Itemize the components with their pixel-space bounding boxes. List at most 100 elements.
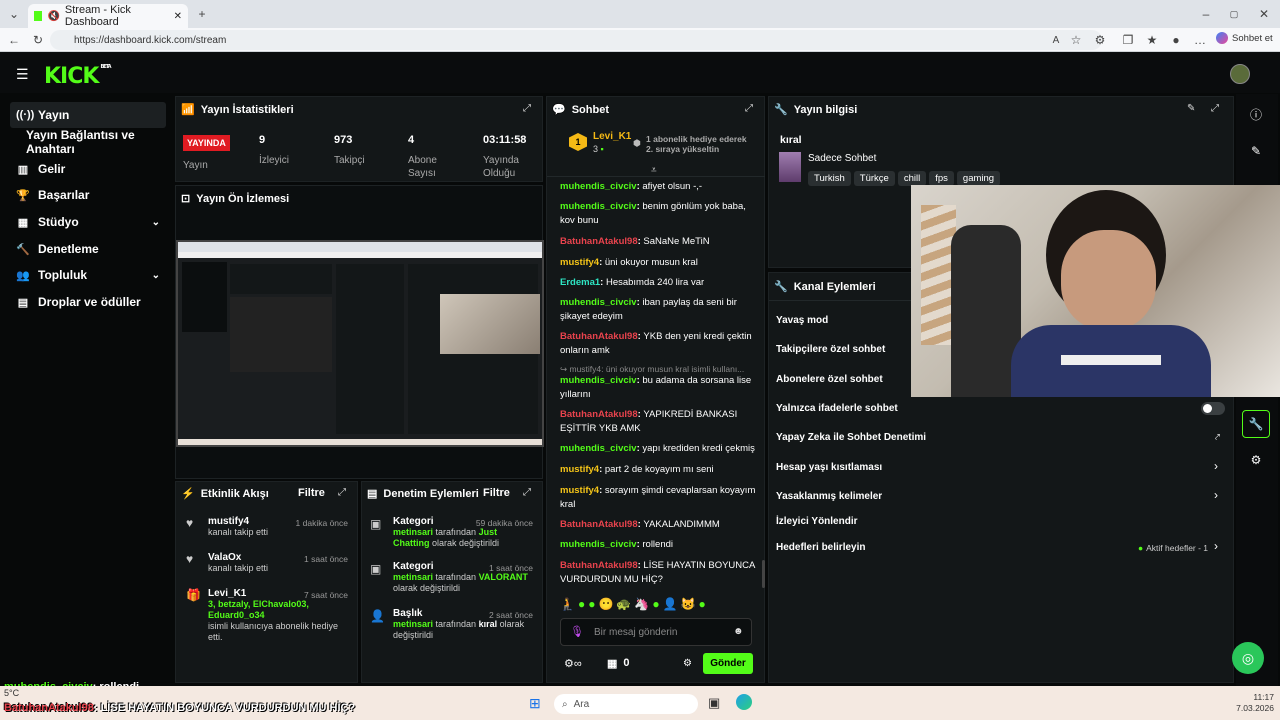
emoji-icon[interactable]: ☻ [733, 626, 744, 637]
chat-message[interactable]: muhendis_civciv: benim gönlüm yok baba, … [560, 200, 760, 228]
wrench-icon[interactable]: 🔧 [1242, 410, 1270, 438]
emote-only-toggle[interactable] [1201, 402, 1225, 415]
chat-message[interactable]: muhendis_civciv: yapı krediden kredi çek… [560, 442, 760, 456]
stat-uptime: 03:11:58 Yayında Olduğu [483, 134, 527, 179]
mod-tools-icon[interactable]: ⚙∞ [564, 657, 582, 670]
copilot-button[interactable]: Sohbet et [1216, 32, 1273, 44]
collapse-pinned-icon[interactable]: ⩡ [651, 165, 657, 176]
chat-settings-icon[interactable]: ⚙ [683, 658, 692, 669]
help-icon[interactable]: ◎ [1232, 642, 1264, 674]
emote-icon: ● [588, 597, 596, 611]
profile-icon[interactable]: ● [1168, 32, 1184, 48]
taskbar-search[interactable]: ⌕ Ara [554, 694, 698, 714]
banned-words-row[interactable]: Yasaklanmış kelimeler [776, 491, 882, 502]
sidebar-item-gelir[interactable]: ▥ Gelir [10, 156, 166, 182]
chat-message[interactable]: mustify4: sorayım şimdi cevaplarsan koya… [560, 484, 760, 512]
tab-list-icon[interactable]: ⌄ [6, 6, 22, 22]
new-tab-icon[interactable]: + [194, 6, 210, 22]
mute-icon[interactable]: 🔇 [47, 11, 59, 22]
chat-message[interactable]: muhendis_civciv: rollendi [560, 538, 760, 552]
send-button[interactable]: Gönder [703, 653, 753, 674]
sidebar-item-label: Denetleme [38, 242, 99, 256]
chat-message[interactable]: BatuhanAtakul98: LİSE HAYATIN BOYUNCA VU… [560, 559, 760, 587]
expand-icon[interactable]: ⤢ [338, 487, 346, 498]
expand-icon[interactable]: ⤢ [1211, 103, 1219, 114]
chat-username: mustify4 [560, 485, 600, 496]
clock[interactable]: 11:17 7.03.2026 [1234, 692, 1274, 714]
channel-points[interactable]: ▦ 0 [607, 657, 630, 670]
chat-message[interactable]: BatuhanAtakul98: YAKALANDIMMM [560, 518, 760, 532]
chat-message[interactable]: BatuhanAtakul98: YKB den yeni kredi çekt… [560, 330, 760, 358]
read-aloud-icon[interactable]: A [1048, 32, 1064, 48]
revenue-icon: ▥ [17, 163, 29, 176]
maximize-icon[interactable]: ▢ [1226, 6, 1242, 22]
trophy-icon: 🏆 [16, 189, 30, 202]
expand-icon[interactable]: ⤢ [523, 103, 531, 114]
chat-message[interactable]: BatuhanAtakul98: SaNaNe MeTiN [560, 235, 760, 249]
chat-input-box[interactable]: 🎙 Bir mesaj gönderin ☻ [560, 618, 752, 646]
favorites-icon[interactable]: ★ [1144, 32, 1160, 48]
sidebar-item-yayin[interactable]: ((·)) Yayın [10, 102, 166, 128]
chat-message[interactable]: BatuhanAtakul98: YAPIKREDİ BANKASI EŞİTT… [560, 408, 760, 436]
chat-message[interactable]: muhendis_civciv: bu adama da sorsana lis… [560, 374, 760, 402]
stream-info-header: 🔧 Yayın bilgisi [774, 103, 858, 117]
stream-title: kıral [780, 134, 802, 146]
stream-info-title: Yayın bilgisi [793, 103, 858, 116]
minimize-icon[interactable]: – [1198, 6, 1214, 22]
task-view-icon[interactable]: ▣ [708, 695, 720, 711]
chat-scrollbar[interactable] [762, 560, 765, 588]
chat-message[interactable]: mustify4: üni okuyor musun kral [560, 256, 760, 270]
chat-message[interactable]: Erdema1: Hesabımda 240 lira var [560, 276, 760, 290]
raid-row[interactable]: İzleyici Yönlendir [776, 516, 858, 527]
followers-only-toggle[interactable]: Takipçilere özel sohbet [776, 344, 885, 355]
favorite-star-icon[interactable]: ☆ [1068, 32, 1084, 48]
account-age-row[interactable]: Hesap yaşı kısıtlaması [776, 462, 882, 473]
more-icon[interactable]: … [1192, 32, 1208, 48]
extensions-icon[interactable]: ⚙ [1092, 32, 1108, 48]
emote-icon: 🐢 [616, 597, 632, 611]
sidebar-item-topluluk[interactable]: 👥 Topluluk ⌄ [10, 262, 166, 288]
chat-username: Erdema1 [560, 277, 601, 288]
back-icon[interactable]: ← [6, 32, 22, 48]
goals-row[interactable]: Hedefleri belirleyin [776, 542, 865, 553]
emote-bar[interactable]: 🧎 ● ● 😶 🐢 🦄 ● 👤 😺 ● [560, 597, 760, 615]
expand-icon[interactable]: ⤢ [745, 103, 753, 114]
slow-mode-toggle[interactable]: Yavaş mod [776, 315, 828, 326]
external-link-icon[interactable]: ⤤ [1215, 432, 1220, 443]
preview-video[interactable] [176, 240, 544, 447]
chat-message[interactable]: muhendis_civciv: iban paylaş da seni bir… [560, 296, 760, 324]
edge-icon[interactable] [736, 694, 752, 710]
windows-start-icon[interactable]: ⊞ [529, 695, 541, 712]
expand-icon[interactable]: ⤢ [523, 487, 531, 498]
edit-icon[interactable]: ✎ [1187, 103, 1195, 114]
pinned-count: 3 ▪ [593, 144, 604, 154]
mic-icon[interactable]: 🎙 [570, 625, 584, 638]
tab-close-icon[interactable]: ✕ [174, 11, 182, 22]
tools-icon[interactable]: ⚙ [1242, 446, 1270, 474]
kick-logo[interactable]: KICK BETA [44, 64, 112, 89]
collections-icon[interactable]: ❐ [1120, 32, 1136, 48]
browser-tab[interactable]: 🔇 Stream - Kick Dashboard ✕ [28, 4, 188, 28]
sidebar-item-stream-key[interactable]: Yayın Bağlantısı ve Anahtarı [10, 128, 166, 156]
chevron-down-icon: ⌄ [151, 269, 160, 281]
activity-filter-button[interactable]: Filtre [298, 487, 325, 499]
subscribers-only-toggle[interactable]: Abonelere özel sohbet [776, 374, 883, 385]
emote-icon: 👤 [662, 597, 678, 611]
pencil-icon[interactable]: ✎ [1242, 137, 1270, 165]
url-field[interactable]: https://dashboard.kick.com/stream [50, 30, 1102, 50]
info-icon[interactable]: ⓘ [1242, 100, 1270, 128]
sidebar-item-droplar[interactable]: ▤ Droplar ve ödüller [10, 289, 166, 315]
mod-filter-button[interactable]: Filtre [483, 487, 510, 499]
hamburger-menu-icon[interactable]: ☰ [16, 66, 29, 83]
chat-message[interactable]: muhendis_civciv: afiyet olsun -,- [560, 180, 760, 194]
sidebar-item-basarilar[interactable]: 🏆 Başarılar [10, 182, 166, 208]
sidebar-item-studyo[interactable]: ▦ Stüdyo ⌄ [10, 209, 166, 235]
ai-moderation-row[interactable]: Yapay Zeka ile Sohbet Denetimi [776, 432, 926, 443]
user-avatar[interactable] [1230, 64, 1250, 84]
chat-message[interactable]: mustify4: part 2 de koyayım mı seni [560, 463, 760, 477]
sidebar-item-denetleme[interactable]: 🔨 Denetleme [10, 236, 166, 262]
chat-input[interactable]: Bir mesaj gönderin [594, 627, 677, 638]
refresh-icon[interactable]: ↻ [30, 32, 46, 48]
close-window-icon[interactable]: ✕ [1256, 6, 1272, 22]
weather-widget[interactable]: 5°C [4, 688, 19, 698]
